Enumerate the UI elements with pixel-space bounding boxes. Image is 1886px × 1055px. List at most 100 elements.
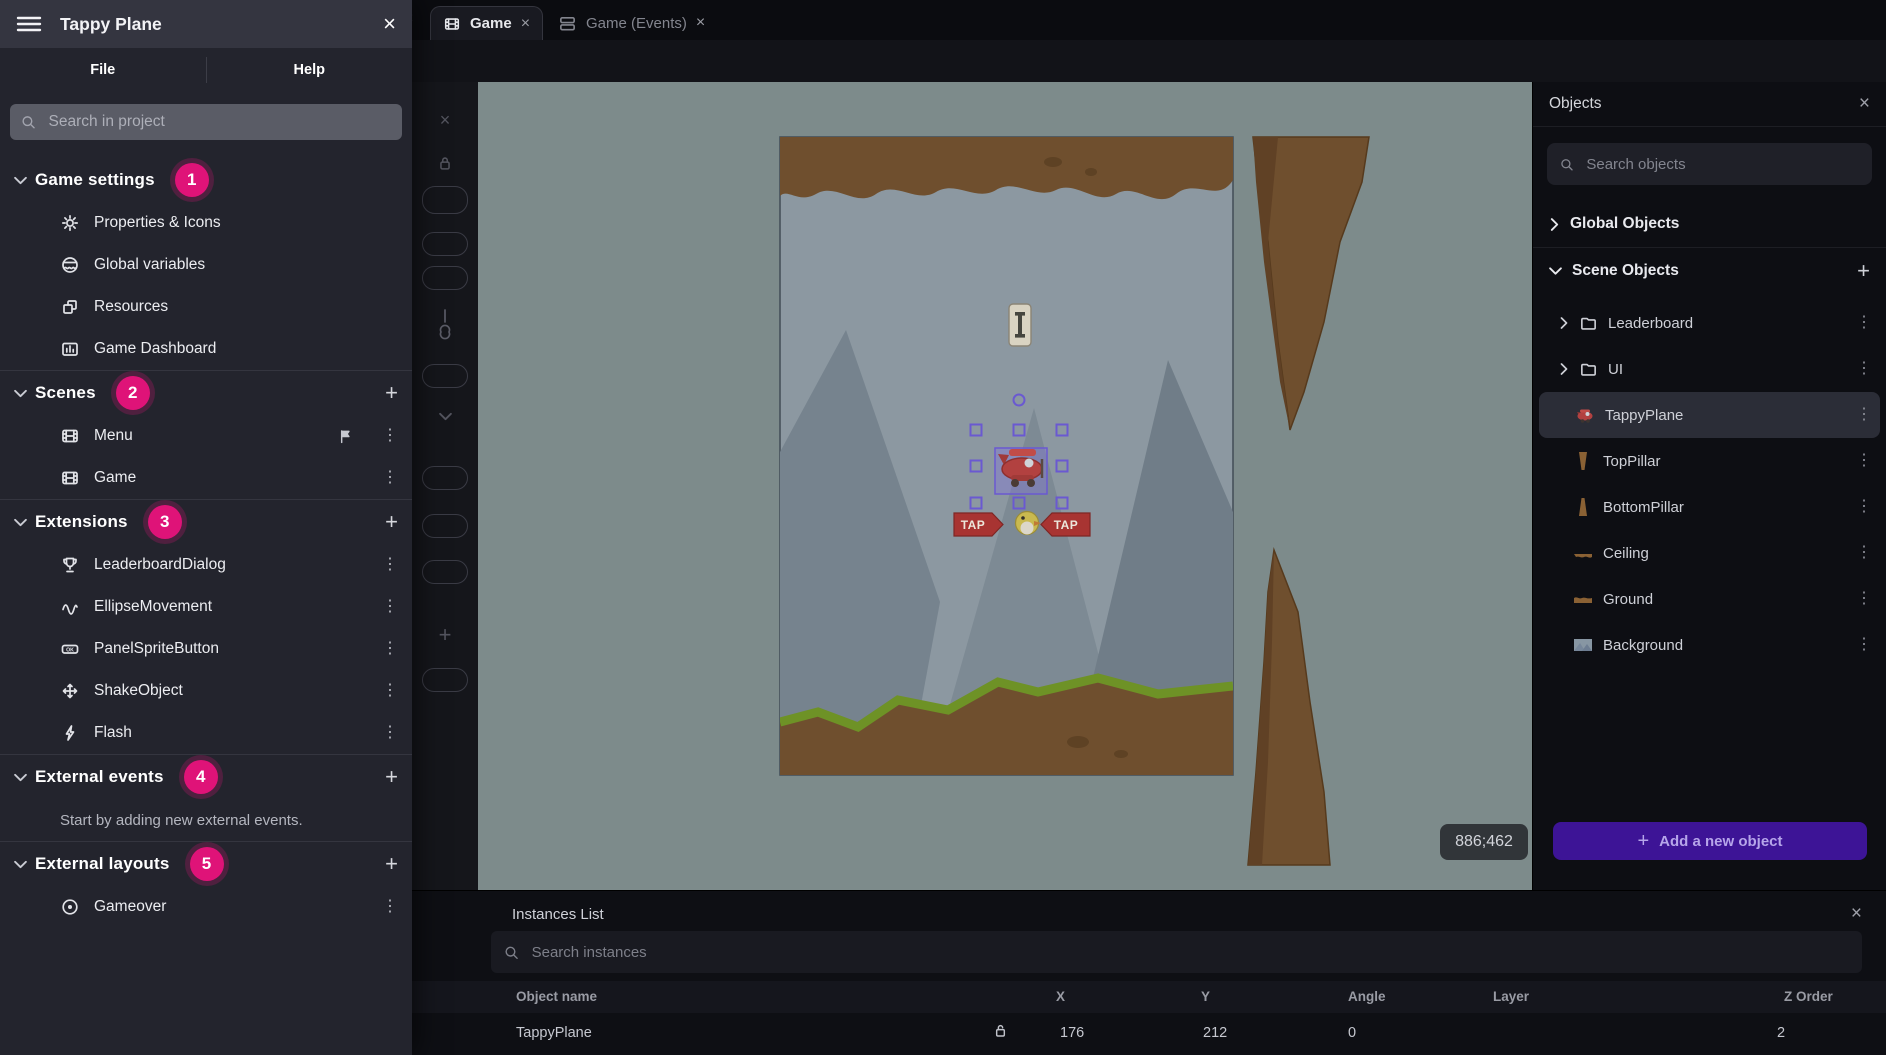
kebab-menu-icon[interactable]: ⋮ <box>1856 407 1872 423</box>
col-z-order[interactable]: Z Order <box>1784 989 1833 1004</box>
object-row-ui[interactable]: UI ⋮ <box>1533 346 1886 392</box>
objects-search-input[interactable] <box>1584 155 1860 174</box>
instance-row-name[interactable]: TappyPlane <box>516 1025 592 1041</box>
kebab-menu-icon[interactable]: ⋮ <box>1856 453 1872 469</box>
chevron-down-icon[interactable] <box>412 412 478 421</box>
section-external-events[interactable]: External events 4 + <box>0 754 412 799</box>
item-properties-icons[interactable]: Properties & Icons <box>0 202 412 244</box>
item-panel-sprite-button[interactable]: OK PanelSpriteButton ⋮ <box>0 628 412 670</box>
collapsed-field[interactable] <box>412 560 478 584</box>
ok-button-icon: OK <box>60 639 80 659</box>
kebab-menu-icon[interactable]: ⋮ <box>382 725 398 741</box>
kebab-menu-icon[interactable]: ⋮ <box>1856 545 1872 561</box>
item-flash[interactable]: Flash ⋮ <box>0 712 412 754</box>
project-search-input[interactable] <box>47 112 392 132</box>
item-resources[interactable]: Resources <box>0 286 412 328</box>
item-label: ShakeObject <box>94 682 183 700</box>
item-scene-menu[interactable]: Menu ⋮ <box>0 415 412 457</box>
hamburger-menu-icon[interactable] <box>16 14 42 34</box>
objects-search[interactable] <box>1547 143 1872 185</box>
section-game-settings[interactable]: Game settings 1 <box>0 158 412 202</box>
step-badge-5: 5 <box>190 847 224 881</box>
col-x[interactable]: X <box>1056 989 1065 1004</box>
add-new-object-button[interactable]: + Add a new object <box>1553 822 1867 860</box>
section-external-layouts[interactable]: External layouts 5 + <box>0 841 412 886</box>
col-object-name[interactable]: Object name <box>516 989 597 1004</box>
add-scene-icon[interactable]: + <box>385 382 398 404</box>
tap-left-sprite[interactable]: TAP <box>954 513 1003 536</box>
item-shake-object[interactable]: ShakeObject ⋮ <box>0 670 412 712</box>
column-marker-sprite[interactable] <box>1009 304 1031 346</box>
object-row-ceiling[interactable]: Ceiling ⋮ <box>1533 530 1886 576</box>
col-angle[interactable]: Angle <box>1348 989 1386 1004</box>
section-scenes[interactable]: Scenes 2 + <box>0 370 412 415</box>
add-icon[interactable]: + <box>412 622 478 648</box>
collapsed-field[interactable] <box>412 232 478 256</box>
instances-panel: Instances List × Object name X Y Angle L… <box>412 890 1886 1055</box>
item-label: Global variables <box>94 256 205 274</box>
object-row-bottompillar[interactable]: BottomPillar ⋮ <box>1533 484 1886 530</box>
lock-icon[interactable] <box>992 1022 1009 1039</box>
kebab-menu-icon[interactable]: ⋮ <box>1856 637 1872 653</box>
item-leaderboard-dialog[interactable]: LeaderboardDialog ⋮ <box>0 544 412 586</box>
tab-game-events[interactable]: Game (Events) × <box>546 8 717 38</box>
instances-panel-close-icon[interactable]: × <box>1851 903 1862 925</box>
item-gameover[interactable]: Gameover ⋮ <box>0 886 412 928</box>
instance-row-z-order[interactable]: 2 <box>1777 1025 1785 1041</box>
kebab-menu-icon[interactable]: ⋮ <box>1856 361 1872 377</box>
item-scene-game[interactable]: Game ⋮ <box>0 457 412 499</box>
col-layer[interactable]: Layer <box>1493 989 1529 1004</box>
kebab-menu-icon[interactable]: ⋮ <box>382 557 398 573</box>
kebab-menu-icon[interactable]: ⋮ <box>1856 499 1872 515</box>
section-extensions[interactable]: Extensions 3 + <box>0 499 412 544</box>
help-menu[interactable]: Help <box>207 62 413 78</box>
item-game-dashboard[interactable]: Game Dashboard <box>0 328 412 370</box>
cursor-coordinates-badge: 886;462 <box>1440 824 1528 860</box>
kebab-menu-icon[interactable]: ⋮ <box>382 641 398 657</box>
project-search[interactable] <box>10 104 402 140</box>
kebab-menu-icon[interactable]: ⋮ <box>382 899 398 915</box>
drawer-close-icon[interactable]: × <box>383 13 396 35</box>
collapsed-field[interactable] <box>412 514 478 538</box>
instance-row-x[interactable]: 176 <box>1060 1025 1084 1041</box>
object-row-leaderboard[interactable]: Leaderboard ⋮ <box>1533 300 1886 346</box>
file-menu[interactable]: File <box>0 62 206 78</box>
scene-canvas[interactable]: TAP TAP 886;462 <box>478 82 1532 890</box>
col-y[interactable]: Y <box>1201 989 1210 1004</box>
instances-search[interactable] <box>491 931 1862 973</box>
object-row-toppillar[interactable]: TopPillar ⋮ <box>1533 438 1886 484</box>
kebab-menu-icon[interactable]: ⋮ <box>382 599 398 615</box>
object-row-ground[interactable]: Ground ⋮ <box>1533 576 1886 622</box>
instances-search-input[interactable] <box>530 943 1850 962</box>
tab-game[interactable]: Game × <box>430 6 543 40</box>
add-external-event-icon[interactable]: + <box>385 766 398 788</box>
add-external-layout-icon[interactable]: + <box>385 853 398 875</box>
tap-right-sprite[interactable]: TAP <box>1041 513 1090 536</box>
global-objects-label: Global Objects <box>1570 215 1679 233</box>
collapsed-field[interactable] <box>412 186 478 214</box>
object-row-background[interactable]: Background ⋮ <box>1533 622 1886 668</box>
item-ellip se-movement[interactable]: EllipseMovement ⋮ <box>0 586 412 628</box>
global-objects-header[interactable]: Global Objects <box>1533 201 1886 247</box>
collapsed-field[interactable] <box>412 266 478 290</box>
add-extension-icon[interactable]: + <box>385 511 398 533</box>
kebab-menu-icon[interactable]: ⋮ <box>1856 591 1872 607</box>
object-row-tappyplane-selected[interactable]: TappyPlane ⋮ <box>1539 392 1880 438</box>
tab-game-events-close-icon[interactable]: × <box>696 15 705 31</box>
objects-panel-close-icon[interactable]: × <box>1859 93 1870 115</box>
instance-row-angle[interactable]: 0 <box>1348 1025 1356 1041</box>
add-object-icon[interactable]: + <box>1857 260 1870 282</box>
kebab-menu-icon[interactable]: ⋮ <box>382 470 398 486</box>
panel-close-icon[interactable]: × <box>412 110 478 131</box>
kebab-menu-icon[interactable]: ⋮ <box>1856 315 1872 331</box>
collapsed-field[interactable] <box>412 364 478 388</box>
item-global-variables[interactable]: Global variables <box>0 244 412 286</box>
collapsed-field[interactable] <box>412 466 478 490</box>
kebab-menu-icon[interactable]: ⋮ <box>382 428 398 444</box>
tappy-plane-sprite[interactable] <box>995 448 1047 494</box>
kebab-menu-icon[interactable]: ⋮ <box>382 683 398 699</box>
tab-game-close-icon[interactable]: × <box>521 16 530 32</box>
collapsed-field[interactable] <box>412 668 478 692</box>
instance-row-y[interactable]: 212 <box>1203 1025 1227 1041</box>
scene-objects-header[interactable]: Scene Objects + <box>1533 248 1886 294</box>
